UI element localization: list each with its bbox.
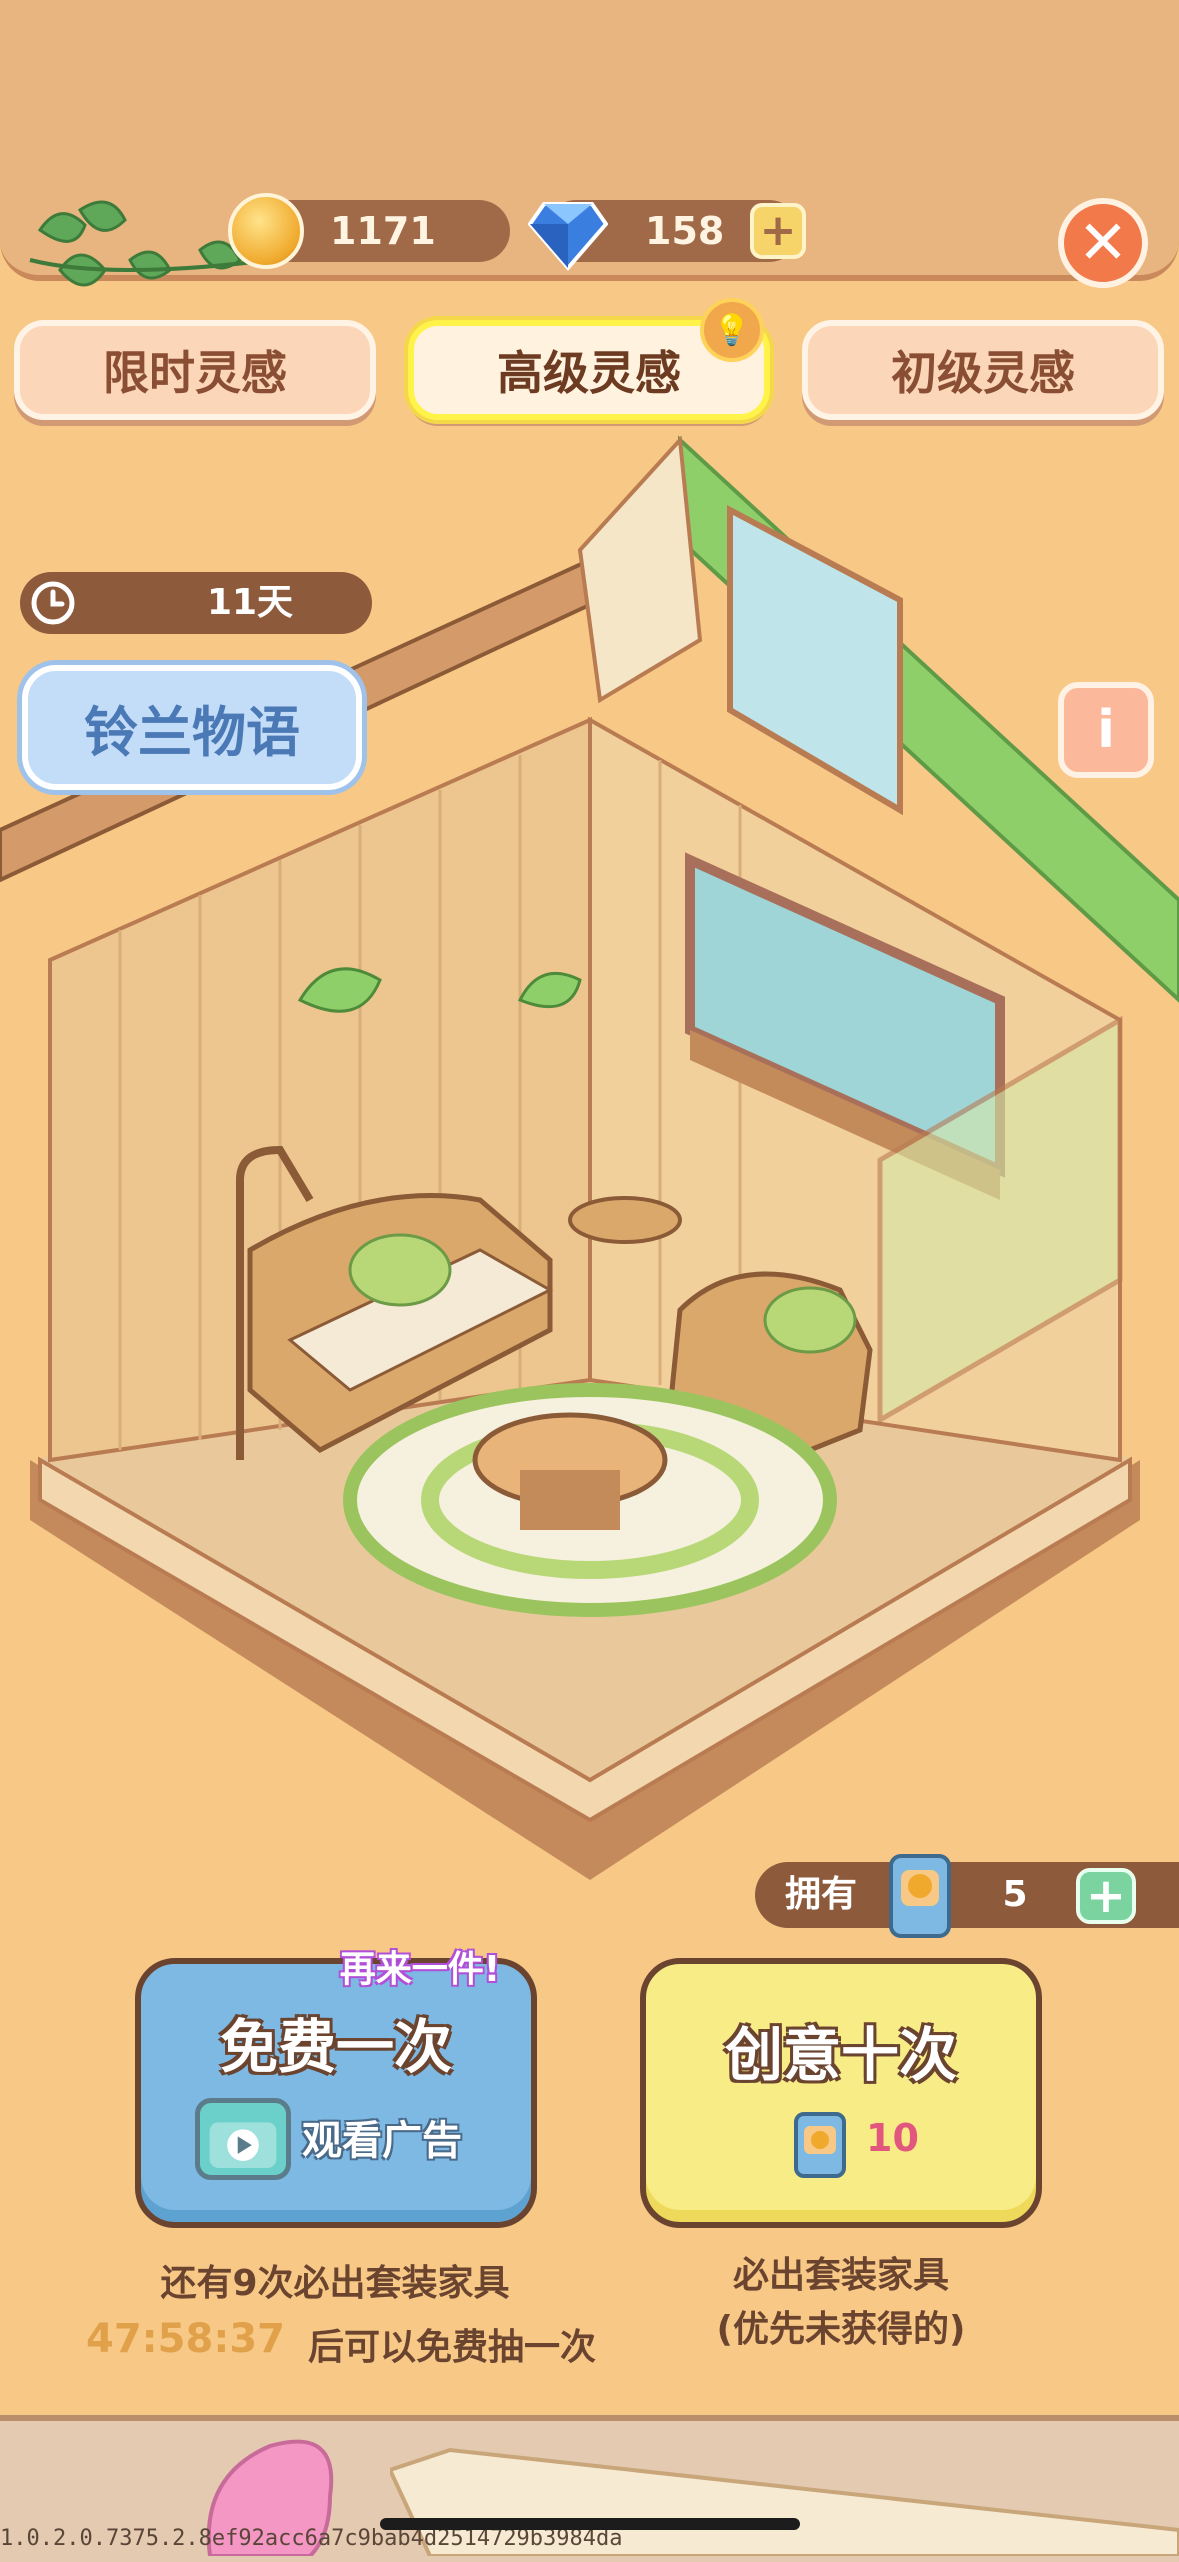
theme-name-label: 铃兰物语 [22, 665, 362, 790]
ten-draw-title: 创意十次 [724, 2021, 957, 2089]
home-indicator[interactable] [380, 2518, 800, 2530]
free-draw-title: 免费一次 [219, 2013, 452, 2081]
coin-icon [228, 193, 304, 269]
draw-ticket-icon [889, 1854, 951, 1938]
owned-ticket-count: 5 [1002, 1874, 1028, 1915]
ten-draw-cost: 10 [866, 2116, 919, 2160]
free-draw-after-text: 后可以免费抽一次 [308, 2327, 597, 2368]
add-tickets-button[interactable]: + [1076, 1868, 1136, 1924]
free-draw-button[interactable] [135, 1958, 537, 2228]
info-button[interactable]: i [1058, 682, 1154, 778]
video-ad-icon [195, 2098, 291, 2180]
owned-label: 拥有 [785, 1874, 858, 1915]
clock-icon [31, 581, 75, 625]
watch-ad-label: 观看广告 [302, 2118, 462, 2164]
bonus-badge: 再来一件! [339, 1949, 501, 1990]
diamond-icon [528, 202, 608, 272]
guarantee-counter-text: 还有9次必出套装家具 [160, 2263, 510, 2304]
free-draw-countdown: 47:58:37 [86, 2316, 285, 2362]
add-gems-button[interactable]: + [750, 203, 806, 259]
gem-amount: 158 [645, 209, 725, 253]
ten-draw-button[interactable] [640, 1958, 1042, 2228]
timer-remaining: 11天 [206, 582, 294, 623]
ten-draw-guarantee-text: 必出套装家具 [732, 2255, 949, 2296]
lightbulb-badge-icon: 💡 [700, 298, 764, 362]
ten-draw-priority-text: (优先未获得的) [716, 2309, 966, 2350]
coin-amount: 1171 [330, 209, 436, 253]
close-button[interactable]: ✕ [1058, 198, 1148, 288]
draw-ticket-icon [794, 2112, 846, 2178]
